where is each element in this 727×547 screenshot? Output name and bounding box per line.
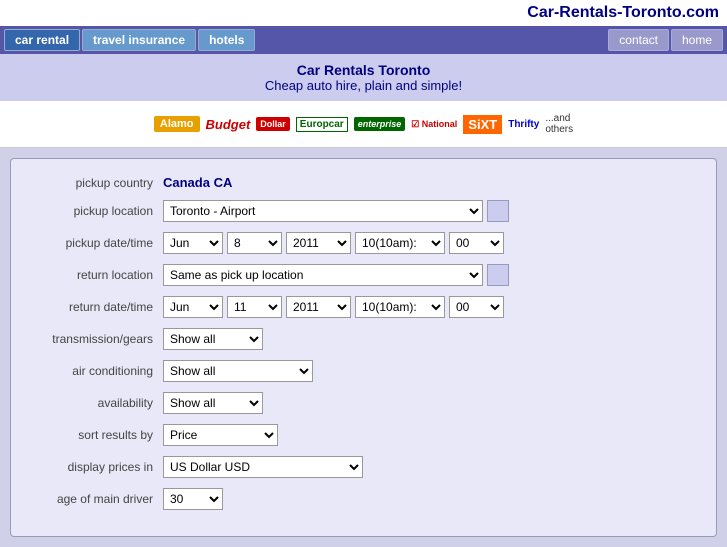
air-conditioning-row: air conditioning Show all (23, 360, 704, 382)
pickup-location-label: pickup location (23, 204, 163, 218)
return-location-select[interactable]: Same as pick up location (163, 264, 483, 286)
nav-tab-car-rental[interactable]: car rental (4, 29, 80, 51)
nav-tab-contact[interactable]: contact (608, 29, 669, 51)
logo-bar: Alamo Budget Dollar Europcar enterprise … (0, 101, 727, 148)
site-subtitle: Cheap auto hire, plain and simple! (8, 78, 719, 93)
return-day-select[interactable]: 11 (227, 296, 282, 318)
pickup-datetime-row: pickup date/time Jun 8 2011 10(10am): 00 (23, 232, 704, 254)
return-location-control: Same as pick up location (163, 264, 704, 286)
enterprise-logo: enterprise (354, 109, 406, 139)
availability-label: availability (23, 396, 163, 410)
return-datetime-control: Jun 11 2011 10(10am): 00 (163, 296, 704, 318)
nav-tab-hotels[interactable]: hotels (198, 29, 255, 51)
air-conditioning-control: Show all (163, 360, 704, 382)
search-form: pickup country Canada CA pickup location… (10, 158, 717, 537)
availability-row: availability Show all (23, 392, 704, 414)
europcar-logo: Europcar (296, 109, 348, 139)
display-prices-control: US Dollar USD (163, 456, 704, 478)
pickup-location-select[interactable]: Toronto - Airport (163, 200, 483, 222)
age-row: age of main driver 30 (23, 488, 704, 510)
nav-tab-home[interactable]: home (671, 29, 723, 51)
sort-row: sort results by Price (23, 424, 704, 446)
return-hour-select[interactable]: 10(10am): (355, 296, 445, 318)
main-area: pickup country Canada CA pickup location… (0, 148, 727, 547)
pickup-min-select[interactable]: 00 (449, 232, 504, 254)
others-logo: ...andothers (545, 109, 573, 139)
display-prices-row: display prices in US Dollar USD (23, 456, 704, 478)
pickup-country-label: pickup country (23, 176, 163, 190)
availability-control: Show all (163, 392, 704, 414)
transmission-control: Show all (163, 328, 704, 350)
transmission-row: transmission/gears Show all (23, 328, 704, 350)
nav-tab-travel-insurance[interactable]: travel insurance (82, 29, 196, 51)
display-prices-select[interactable]: US Dollar USD (163, 456, 363, 478)
pickup-country-control: Canada CA (163, 175, 704, 190)
return-location-row: return location Same as pick up location (23, 264, 704, 286)
sixt-logo: SiXT (463, 109, 502, 139)
return-min-select[interactable]: 00 (449, 296, 504, 318)
air-conditioning-select[interactable]: Show all (163, 360, 313, 382)
transmission-label: transmission/gears (23, 332, 163, 346)
age-select[interactable]: 30 (163, 488, 223, 510)
display-prices-label: display prices in (23, 460, 163, 474)
return-month-select[interactable]: Jun (163, 296, 223, 318)
sort-select[interactable]: Price (163, 424, 278, 446)
pickup-location-row: pickup location Toronto - Airport (23, 200, 704, 222)
pickup-year-select[interactable]: 2011 (286, 232, 351, 254)
return-datetime-row: return date/time Jun 11 2011 10(10am): 0… (23, 296, 704, 318)
pickup-hour-select[interactable]: 10(10am): (355, 232, 445, 254)
age-label: age of main driver (23, 492, 163, 506)
return-datetime-label: return date/time (23, 300, 163, 314)
air-conditioning-label: air conditioning (23, 364, 163, 378)
budget-logo: Budget (206, 109, 251, 139)
pickup-month-select[interactable]: Jun (163, 232, 223, 254)
site-title-section: Car Rentals Toronto Cheap auto hire, pla… (0, 54, 727, 101)
dollar-logo: Dollar (256, 109, 290, 139)
pickup-location-info-button[interactable] (487, 200, 509, 222)
national-logo: ☑ National (411, 109, 457, 139)
age-control: 30 (163, 488, 704, 510)
thrifty-logo: Thrifty (508, 109, 539, 139)
top-header: Car-Rentals-Toronto.com (0, 0, 727, 26)
pickup-country-row: pickup country Canada CA (23, 175, 704, 190)
brand-name: Car-Rentals-Toronto.com (527, 4, 719, 21)
return-location-info-button[interactable] (487, 264, 509, 286)
transmission-select[interactable]: Show all (163, 328, 263, 350)
site-title: Car Rentals Toronto (8, 62, 719, 78)
availability-select[interactable]: Show all (163, 392, 263, 414)
return-location-label: return location (23, 268, 163, 282)
alamo-logo: Alamo (154, 109, 200, 139)
pickup-datetime-label: pickup date/time (23, 236, 163, 250)
pickup-datetime-control: Jun 8 2011 10(10am): 00 (163, 232, 704, 254)
return-year-select[interactable]: 2011 (286, 296, 351, 318)
pickup-country-value: Canada CA (163, 175, 232, 190)
nav-bar: car rental travel insurance hotels conta… (0, 26, 727, 54)
pickup-location-control: Toronto - Airport (163, 200, 704, 222)
pickup-day-select[interactable]: 8 (227, 232, 282, 254)
sort-label: sort results by (23, 428, 163, 442)
sort-control: Price (163, 424, 704, 446)
